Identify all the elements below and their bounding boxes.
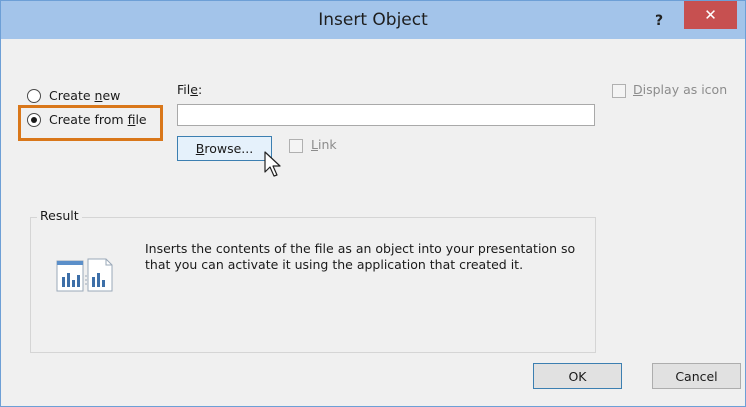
- close-icon: ✕: [704, 6, 717, 24]
- create-new-option[interactable]: Create new: [27, 88, 120, 103]
- result-legend: Result: [37, 208, 82, 223]
- create-new-label: Create new: [49, 88, 121, 103]
- title-bar: Insert Object ? ✕: [1, 1, 745, 39]
- result-description: Inserts the contents of the file as an o…: [145, 241, 576, 272]
- close-button[interactable]: ✕: [684, 1, 737, 29]
- ok-button[interactable]: OK: [533, 363, 622, 389]
- create-from-file-label: Create from file: [49, 112, 147, 127]
- display-as-icon-label: Display as icon: [633, 82, 728, 97]
- create-from-file-option[interactable]: Create from file: [27, 112, 147, 127]
- dialog-title: Insert Object: [318, 10, 428, 30]
- browse-button[interactable]: Browse...: [177, 136, 272, 161]
- link-checkbox[interactable]: [289, 139, 303, 153]
- file-label: File:: [177, 82, 203, 97]
- help-button[interactable]: ?: [649, 11, 669, 31]
- mouse-cursor-icon: [264, 151, 281, 177]
- create-from-file-radio[interactable]: [27, 112, 41, 127]
- link-label: Link: [311, 137, 337, 152]
- display-as-icon-checkbox[interactable]: [612, 84, 626, 98]
- file-path-input[interactable]: [177, 104, 595, 126]
- create-new-radio[interactable]: [27, 88, 41, 103]
- embedded-object-icon: [56, 258, 113, 292]
- insert-object-dialog: Insert Object ? ✕ Create new Create from…: [0, 0, 746, 407]
- cancel-button[interactable]: Cancel: [652, 363, 741, 389]
